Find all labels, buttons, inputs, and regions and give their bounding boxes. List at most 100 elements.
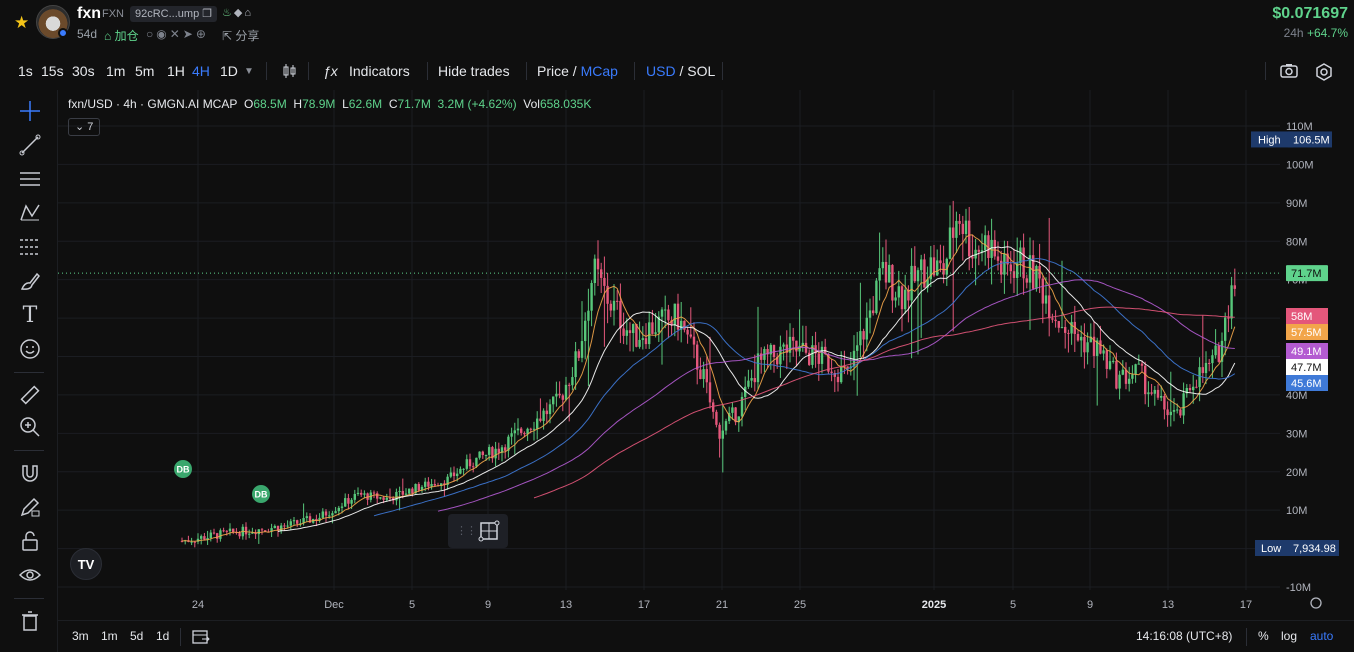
range-1d[interactable]: 1d: [156, 629, 169, 643]
indicators-collapse-toggle[interactable]: ⌄ 7: [68, 118, 101, 136]
timeframe-5m[interactable]: 5m: [135, 63, 154, 79]
candle-body: [1179, 409, 1182, 416]
chain-badge-icon: [58, 28, 68, 38]
trend-line-icon[interactable]: [17, 132, 43, 158]
timeframe-4h[interactable]: 4H: [192, 63, 210, 79]
candle-body: [200, 536, 203, 539]
timeframe-1d[interactable]: 1D: [220, 63, 238, 79]
price-toggle[interactable]: Price / MCap: [537, 63, 618, 79]
pattern-tool-icon[interactable]: [17, 200, 43, 226]
search-icon[interactable]: ○: [146, 27, 156, 41]
timeframe-15s[interactable]: 15s: [41, 63, 64, 79]
candle-body: [1070, 321, 1073, 334]
x-tick-label: 24: [192, 599, 204, 611]
timeframe-1s[interactable]: 1s: [18, 63, 33, 79]
contract-address[interactable]: 92cRC...ump ❐: [130, 6, 218, 22]
hide-trades-button[interactable]: Hide trades: [438, 63, 510, 79]
timeframe-30s[interactable]: 30s: [72, 63, 95, 79]
candle-body: [555, 393, 558, 397]
candle-body: [760, 353, 763, 360]
share-button[interactable]: ⇱ 分享: [222, 27, 259, 44]
candle-body: [193, 541, 196, 543]
emoji-icon[interactable]: [17, 336, 43, 362]
candle-body: [388, 497, 392, 499]
candle-body: [520, 428, 523, 433]
chart-canvas[interactable]: 110M100M90M80M70M60M50M40M30M20M10M0-10M…: [58, 90, 1354, 620]
candle-body: [632, 324, 635, 334]
auto-scale-toggle[interactable]: auto: [1310, 629, 1333, 643]
favorite-star-icon[interactable]: ★: [14, 13, 29, 33]
candle-type-icon[interactable]: [281, 63, 297, 82]
fib-tool-icon[interactable]: [17, 234, 43, 260]
y-tick-label: 110M: [1286, 121, 1313, 133]
range-1m[interactable]: 1m: [101, 629, 118, 643]
candle-body: [1224, 317, 1227, 341]
x-icon[interactable]: ✕: [170, 27, 183, 41]
candle-body: [1131, 374, 1134, 379]
coin-icon[interactable]: ◉: [156, 27, 169, 41]
candle-body: [961, 223, 964, 234]
candle-body: [488, 447, 491, 455]
candle-body: [225, 530, 228, 532]
indicators-icon[interactable]: ƒx: [323, 63, 338, 79]
candle-body: [1144, 365, 1147, 395]
high-tag-label: High: [1258, 134, 1281, 146]
candle-body: [712, 402, 715, 412]
copy-icon[interactable]: ❐: [202, 8, 212, 20]
candle-body: [427, 481, 430, 487]
clock-time[interactable]: 14:16:08 (UTC+8): [1136, 629, 1232, 643]
ruler-icon[interactable]: [17, 382, 43, 408]
y-tick-label: 10M: [1286, 505, 1307, 517]
candle-body: [334, 511, 337, 514]
unlock-icon[interactable]: [17, 528, 43, 554]
horizontal-lines-icon[interactable]: [17, 166, 43, 192]
candle-body: [350, 499, 353, 504]
zoom-in-icon[interactable]: [17, 414, 43, 440]
candle-body: [664, 309, 667, 311]
candle-body: [977, 249, 980, 252]
candle-body: [731, 407, 734, 413]
floating-drawing-tool[interactable]: ⋮⋮: [448, 514, 508, 548]
globe-icon[interactable]: ⊕: [196, 27, 209, 41]
volume-label: Vol: [523, 97, 540, 111]
range-5d[interactable]: 5d: [130, 629, 143, 643]
date-range-calendar-icon[interactable]: [192, 629, 210, 648]
timeframe-1m[interactable]: 1m: [106, 63, 125, 79]
eye-icon[interactable]: [17, 562, 43, 588]
candle-body: [468, 459, 472, 467]
magnet-icon[interactable]: [17, 460, 43, 486]
candle-body: [478, 451, 481, 458]
candle-body: [1112, 360, 1115, 362]
last-price-tag: 71.7M: [1291, 268, 1322, 280]
crosshair-icon[interactable]: [17, 98, 43, 124]
candle-body: [212, 532, 216, 534]
candle-body: [1211, 355, 1214, 364]
percent-scale-toggle[interactable]: %: [1258, 629, 1269, 643]
candle-body: [561, 395, 564, 400]
brush-icon[interactable]: [17, 268, 43, 294]
lock-pencil-icon[interactable]: [17, 494, 43, 520]
candle-body: [862, 331, 865, 340]
currency-toggle[interactable]: USD / SOL: [646, 63, 715, 79]
price-chart[interactable]: 110M100M90M80M70M60M50M40M30M20M10M0-10M…: [58, 90, 1354, 620]
candle-body: [497, 448, 500, 453]
indicators-button[interactable]: Indicators: [349, 63, 410, 79]
timeframe-1h[interactable]: 1H: [167, 63, 185, 79]
candle-body: [376, 493, 379, 499]
add-position-button[interactable]: ⌂ 加仓: [104, 27, 139, 44]
timeframe-dropdown-icon[interactable]: ▼: [244, 66, 254, 77]
settings-gear-icon[interactable]: [1315, 63, 1333, 84]
text-tool-icon[interactable]: T: [17, 302, 43, 328]
token-flags: ♨◆⌂: [222, 6, 253, 19]
range-3m[interactable]: 3m: [72, 629, 89, 643]
candle-body: [1230, 285, 1233, 319]
telegram-icon[interactable]: ➤: [183, 27, 196, 41]
log-scale-toggle[interactable]: log: [1281, 629, 1297, 643]
candle-body: [705, 369, 708, 383]
ohlc-legend: fxn/USD · 4h · GMGN.AI MCAP O68.5M H78.9…: [68, 97, 591, 111]
tradingview-logo[interactable]: TV: [70, 548, 102, 580]
mcap-toggle: MCap: [580, 63, 618, 79]
screenshot-camera-icon[interactable]: [1280, 63, 1298, 82]
candle-body: [574, 351, 577, 378]
trash-icon[interactable]: [17, 608, 43, 634]
